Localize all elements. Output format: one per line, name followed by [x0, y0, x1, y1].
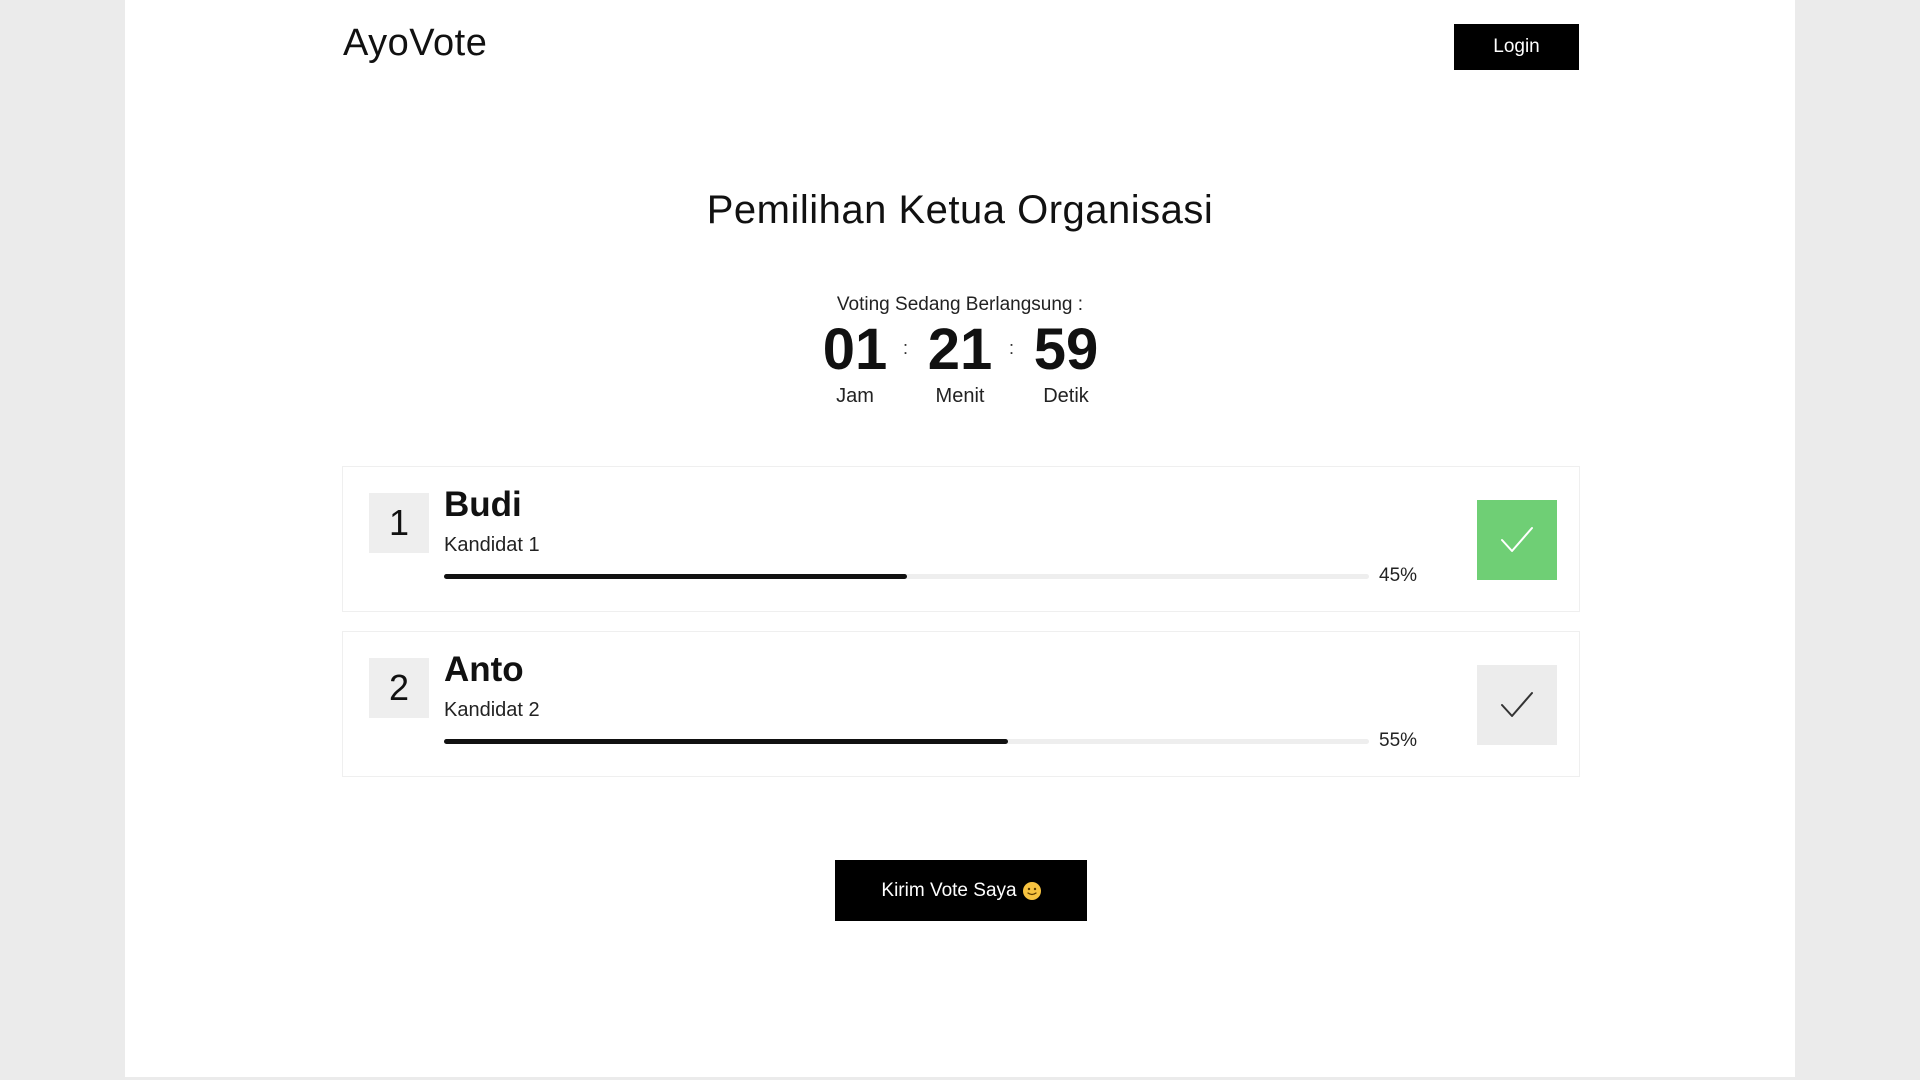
- voting-status-label: Voting Sedang Berlangsung :: [836, 294, 1084, 315]
- vote-percentage: 55%: [1379, 730, 1418, 751]
- login-button[interactable]: Login: [1454, 24, 1579, 70]
- candidate-subtitle: Kandidat 1: [444, 534, 540, 556]
- checkmark-icon: [1501, 692, 1533, 717]
- countdown-seconds-value: 59: [1033, 317, 1099, 382]
- smiling-face-emoji-icon: [1022, 881, 1041, 900]
- countdown-seconds: 59 Detik: [1026, 318, 1106, 408]
- countdown-minutes: 21 Menit: [920, 318, 1000, 408]
- candidate-card[interactable]: 2 Anto Kandidat 2 55%: [342, 631, 1580, 777]
- brand-logo[interactable]: AyoVote: [343, 22, 487, 65]
- countdown-hours-value: 01: [822, 317, 888, 382]
- select-candidate-button[interactable]: [1477, 500, 1557, 580]
- checkmark-icon: [1501, 527, 1533, 552]
- candidate-name: Budi: [444, 485, 522, 524]
- countdown-seconds-label: Detik: [1043, 385, 1089, 407]
- page-container: AyoVote Login Pemilihan Ketua Organisasi…: [125, 0, 1795, 1077]
- candidate-number: 1: [369, 493, 429, 553]
- vote-percentage: 45%: [1379, 565, 1418, 586]
- submit-vote-button[interactable]: Kirim Vote Saya: [835, 860, 1087, 921]
- candidate-subtitle: Kandidat 2: [444, 699, 540, 721]
- candidate-name: Anto: [444, 650, 524, 689]
- vote-progress-bar: [444, 739, 1369, 744]
- candidate-number: 2: [369, 658, 429, 718]
- countdown-minutes-value: 21: [927, 317, 993, 382]
- countdown-hours: 01 Jam: [815, 318, 895, 408]
- countdown-minutes-label: Menit: [935, 385, 985, 407]
- countdown-hours-label: Jam: [836, 385, 874, 407]
- select-candidate-button[interactable]: [1477, 665, 1557, 745]
- vote-progress-fill: [444, 574, 907, 579]
- submit-vote-label: Kirim Vote Saya: [881, 879, 1017, 901]
- page-title: Pemilihan Ketua Organisasi: [706, 188, 1214, 232]
- vote-progress-bar: [444, 574, 1369, 579]
- candidate-card[interactable]: 1 Budi Kandidat 1 45%: [342, 466, 1580, 612]
- countdown-timer: 01 Jam : 21 Menit : 59 Detik: [815, 318, 1115, 408]
- countdown-separator: :: [903, 338, 909, 358]
- countdown-separator: :: [1009, 338, 1015, 358]
- vote-progress-fill: [444, 739, 1009, 744]
